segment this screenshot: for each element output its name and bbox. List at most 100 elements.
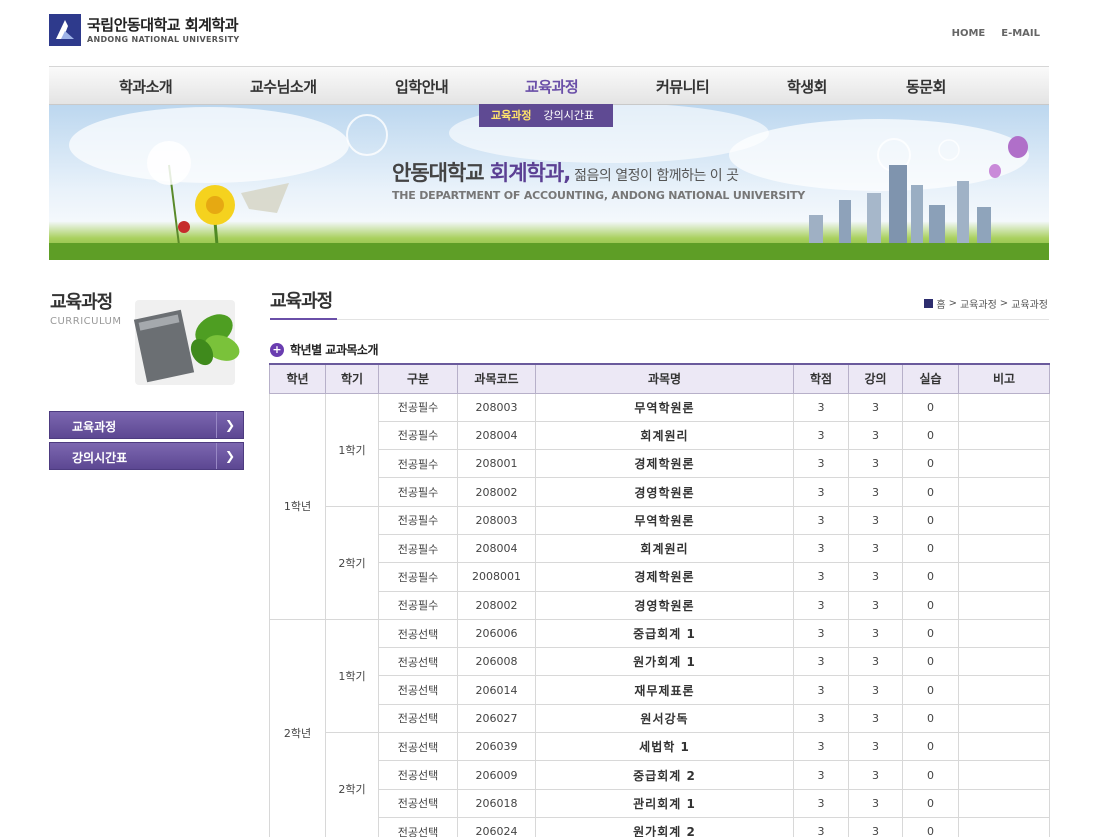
email-link[interactable]: E-MAIL bbox=[1001, 28, 1040, 39]
lecture-cell: 3 bbox=[848, 533, 903, 564]
practice-cell: 0 bbox=[902, 618, 959, 649]
lecture-cell: 3 bbox=[848, 590, 903, 620]
table-row: 2학년 1학기 전공선택 206006 중급회계 1330 bbox=[269, 618, 1050, 837]
practice-cell: 0 bbox=[902, 477, 959, 507]
utility-links: HOME E-MAIL bbox=[952, 28, 1040, 39]
table-row: 전공선택 206018 관리회계 1330 bbox=[270, 788, 1050, 818]
category-cell: 전공필수 bbox=[378, 562, 458, 592]
lecture-cell: 3 bbox=[848, 732, 903, 762]
column-header: 강의 bbox=[848, 363, 903, 394]
nav-item-alumni[interactable]: 동문회 bbox=[906, 76, 946, 97]
site-logo[interactable]: 국립안동대학교 회계학과 ANDONG NATIONAL UNIVERSITY bbox=[49, 14, 239, 46]
credit-cell: 3 bbox=[793, 477, 849, 507]
sidebar-title: 교육과정 bbox=[50, 292, 113, 313]
note-cell bbox=[958, 562, 1050, 592]
nav-item-dept-intro[interactable]: 학과소개 bbox=[119, 76, 173, 97]
lecture-cell: 3 bbox=[848, 675, 903, 705]
credit-cell: 3 bbox=[793, 816, 849, 837]
table-row: 전공선택 206008 원가회계 1330 bbox=[270, 647, 1050, 677]
course-code-cell: 206018 bbox=[457, 788, 536, 818]
logo-subtitle: ANDONG NATIONAL UNIVERSITY bbox=[87, 34, 240, 44]
submenu-curriculum[interactable]: 교육과정 bbox=[479, 104, 531, 127]
breadcrumb-level1[interactable]: 교육과정 bbox=[960, 296, 997, 311]
chevron-right-icon: ❯ bbox=[216, 412, 243, 438]
credit-cell: 3 bbox=[793, 618, 849, 649]
title-underline bbox=[270, 318, 337, 320]
category-cell: 전공필수 bbox=[378, 505, 458, 535]
column-header: 학점 bbox=[793, 363, 849, 394]
nav-item-student-council[interactable]: 학생회 bbox=[787, 76, 827, 97]
practice-cell: 0 bbox=[902, 392, 959, 422]
course-code-cell: 206006 bbox=[457, 618, 536, 649]
table-row: 전공필수 208004 회계원리 3 3 0 bbox=[270, 533, 1050, 564]
note-cell bbox=[958, 505, 1050, 535]
course-code-cell: 208002 bbox=[457, 590, 536, 620]
sidebar-item-curriculum[interactable]: 교육과정 ❯ bbox=[49, 411, 244, 439]
column-header: 비고 bbox=[958, 363, 1050, 394]
category-cell: 전공필수 bbox=[378, 533, 458, 564]
course-name-cell: 중급회계 1 bbox=[535, 618, 794, 649]
category-cell: 전공선택 bbox=[378, 647, 458, 677]
note-cell bbox=[958, 675, 1050, 705]
note-cell bbox=[958, 392, 1050, 422]
breadcrumb-current: 교육과정 bbox=[1011, 300, 1048, 311]
course-code-cell: 206039 bbox=[457, 732, 536, 762]
main-banner: 안동대학교 회계학과, 젊음의 열정이 함께하는 이 곳 THE DEPARTM… bbox=[49, 105, 1049, 260]
credit-cell: 3 bbox=[793, 788, 849, 818]
course-code-cell: 206014 bbox=[457, 675, 536, 705]
logo-mark-icon bbox=[49, 14, 81, 46]
table-row: 전공필수 208002 경영학원론 3 3 0 bbox=[270, 477, 1050, 507]
section-heading: + 학년별 교과목소개 bbox=[270, 341, 379, 358]
breadcrumb-separator: > bbox=[948, 298, 957, 309]
banner-title: 안동대학교 회계학과, 젊음의 열정이 함께하는 이 곳 bbox=[392, 157, 739, 187]
practice-cell: 0 bbox=[902, 732, 959, 762]
logo-title: 국립안동대학교 회계학과 bbox=[87, 15, 239, 34]
table-row: 전공필수 2008001 경제학원론 3 3 0 bbox=[270, 562, 1050, 592]
nav-item-admission[interactable]: 입학안내 bbox=[395, 76, 449, 97]
lecture-cell: 3 bbox=[848, 647, 903, 677]
page-title: 교육과정 bbox=[270, 291, 333, 312]
sidebar-item-timetable[interactable]: 강의시간표 ❯ bbox=[49, 442, 244, 470]
credit-cell: 3 bbox=[793, 420, 849, 451]
table-row: 2학기 전공선택 206039 세법학 1330 bbox=[270, 732, 1050, 837]
lecture-cell: 3 bbox=[848, 618, 903, 649]
category-cell: 전공필수 bbox=[378, 392, 458, 422]
category-cell: 전공선택 bbox=[378, 788, 458, 818]
lecture-cell: 3 bbox=[848, 449, 903, 479]
table-row: 2학기 전공필수 208003 무역학원론 3 3 0 bbox=[270, 505, 1050, 620]
course-code-cell: 206009 bbox=[457, 760, 536, 790]
course-code-cell: 206008 bbox=[457, 647, 536, 677]
note-cell bbox=[958, 590, 1050, 620]
breadcrumb: 홈 > 교육과정 > 교육과정 bbox=[924, 296, 1048, 311]
nav-item-curriculum[interactable]: 교육과정 bbox=[525, 76, 579, 97]
column-header: 과목코드 bbox=[457, 363, 536, 394]
home-link[interactable]: HOME bbox=[952, 28, 986, 39]
course-name-cell: 원가회계 2 bbox=[535, 816, 794, 837]
column-header: 실습 bbox=[902, 363, 959, 394]
submenu-timetable[interactable]: 강의시간표 bbox=[531, 104, 594, 127]
course-name-cell: 재무제표론 bbox=[535, 675, 794, 705]
credit-cell: 3 bbox=[793, 675, 849, 705]
course-name-cell: 경영학원론 bbox=[535, 477, 794, 507]
semester-cell: 2학기 bbox=[325, 732, 379, 837]
course-name-cell: 회계원리 bbox=[535, 533, 794, 564]
practice-cell: 0 bbox=[902, 533, 959, 564]
credit-cell: 3 bbox=[793, 505, 849, 535]
category-cell: 전공필수 bbox=[378, 590, 458, 620]
breadcrumb-separator: > bbox=[999, 298, 1009, 309]
breadcrumb-home[interactable]: 홈 bbox=[936, 296, 945, 311]
table-row: 전공선택 206027 원서강독 3 3 0 bbox=[270, 703, 1050, 734]
course-name-cell: 경제학원론 bbox=[535, 449, 794, 479]
category-cell: 전공필수 bbox=[378, 420, 458, 451]
sidebar-menu: 교육과정 ❯ 강의시간표 ❯ bbox=[49, 411, 244, 473]
nav-item-community[interactable]: 커뮤니티 bbox=[656, 76, 710, 97]
column-header: 과목명 bbox=[535, 363, 794, 394]
course-name-cell: 중급회계 2 bbox=[535, 760, 794, 790]
nav-item-professors[interactable]: 교수님소개 bbox=[250, 76, 317, 97]
curriculum-table: 학년 학기 구분 과목코드 과목명 학점 강의 실습 비고 1학년 1학기 전공필수… bbox=[269, 363, 1050, 837]
credit-cell: 3 bbox=[793, 647, 849, 677]
home-icon bbox=[924, 299, 934, 308]
note-cell bbox=[958, 449, 1050, 479]
course-code-cell: 208004 bbox=[457, 420, 536, 451]
note-cell bbox=[958, 420, 1050, 451]
